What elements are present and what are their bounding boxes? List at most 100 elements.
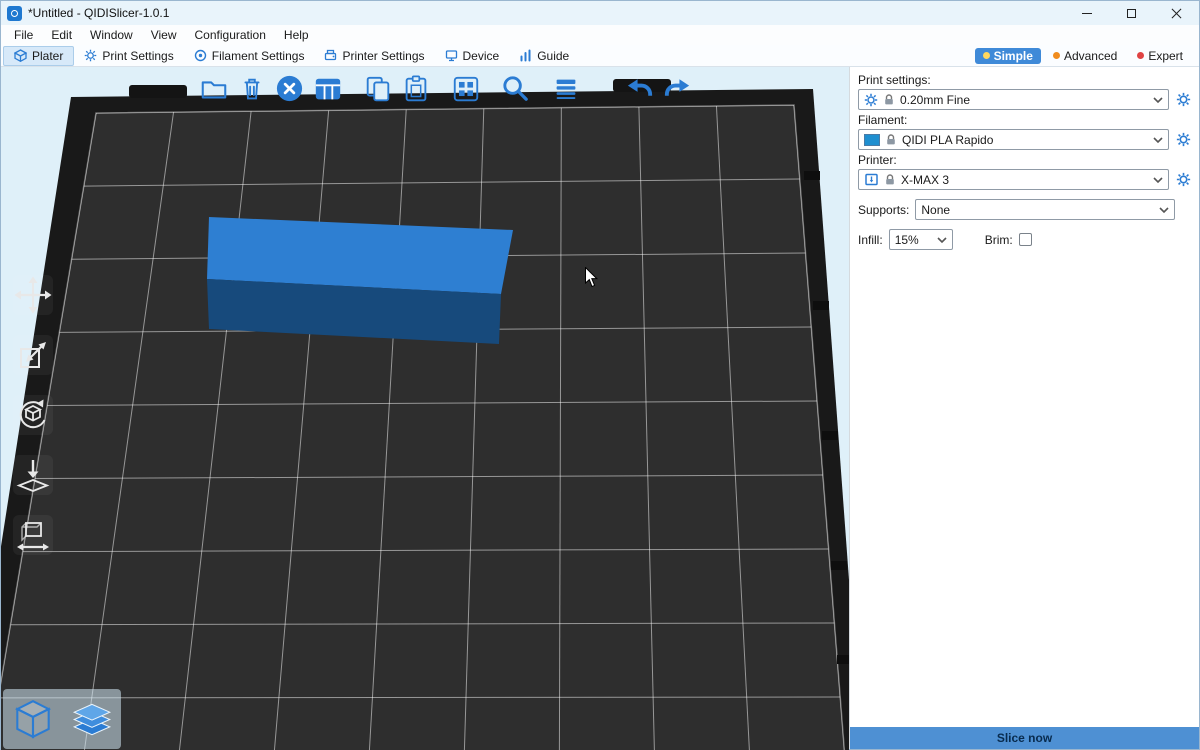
titlebar: *Untitled - QIDISlicer-1.0.1: [1, 1, 1199, 25]
close-button[interactable]: [1154, 1, 1199, 25]
paste-button[interactable]: [399, 72, 432, 105]
printer-gear-button[interactable]: [1175, 172, 1191, 188]
gizmo-toolbar: [13, 275, 53, 555]
printer-label: Printer:: [858, 153, 1191, 167]
tab-label: Plater: [32, 49, 63, 63]
rotate-icon: [14, 396, 52, 434]
menu-edit[interactable]: Edit: [42, 25, 81, 45]
filament-settings-icon: [194, 49, 207, 62]
split-icon: [451, 74, 481, 104]
menu-window[interactable]: Window: [81, 25, 142, 45]
flatten-icon: [14, 456, 52, 494]
menu-view[interactable]: View: [142, 25, 186, 45]
move-tool-button[interactable]: [13, 275, 53, 315]
plater-icon: [14, 49, 27, 62]
maximize-button[interactable]: [1109, 1, 1154, 25]
gear-icon: [864, 93, 878, 107]
variable-layer-height-button[interactable]: [549, 72, 582, 105]
editor-view-button[interactable]: [7, 692, 59, 746]
minimize-button[interactable]: [1064, 1, 1109, 25]
copy-button[interactable]: [361, 72, 394, 105]
chevron-down-icon: [1153, 175, 1163, 185]
split-objects-button[interactable]: [449, 72, 482, 105]
print-settings-gear-button[interactable]: [1175, 92, 1191, 108]
cube-icon: [10, 695, 56, 743]
tab-guide[interactable]: Guide: [509, 46, 579, 66]
paste-icon: [401, 74, 431, 104]
undo-button[interactable]: [623, 72, 656, 105]
redo-button[interactable]: [661, 72, 694, 105]
print-settings-icon: [84, 49, 97, 62]
printer-icon: [864, 172, 879, 187]
print-settings-combo[interactable]: 0.20mm Fine: [858, 89, 1169, 110]
printer-value: X-MAX 3: [901, 173, 1148, 187]
settings-sidebar: Print settings: 0.20mm Fine Filament:: [849, 67, 1199, 749]
brim-label: Brim:: [985, 233, 1013, 247]
filament-gear-button[interactable]: [1175, 132, 1191, 148]
slice-now-button[interactable]: Slice now: [850, 727, 1199, 749]
lock-icon: [884, 173, 896, 186]
search-button[interactable]: [499, 72, 532, 105]
tab-print-settings[interactable]: Print Settings: [74, 46, 183, 66]
qidislicer-window: *Untitled - QIDISlicer-1.0.1 File Edit W…: [0, 0, 1200, 750]
menu-help[interactable]: Help: [275, 25, 318, 45]
model-object[interactable]: [207, 217, 513, 344]
print-settings-value: 0.20mm Fine: [900, 93, 1148, 107]
mode-label: Simple: [994, 49, 1033, 63]
main-area: Print settings: 0.20mm Fine Filament:: [1, 67, 1199, 749]
delete-all-icon: [274, 73, 305, 104]
filament-value: QIDI PLA Rapido: [902, 133, 1148, 147]
folder-icon: [199, 74, 229, 104]
arrange-button[interactable]: [311, 72, 344, 105]
delete-button[interactable]: [235, 72, 268, 105]
place-on-face-tool-button[interactable]: [13, 455, 53, 495]
viewport-3d[interactable]: [1, 67, 849, 750]
window-title: *Untitled - QIDISlicer-1.0.1: [28, 6, 169, 20]
copy-icon: [363, 74, 393, 104]
gear-icon: [1176, 132, 1191, 147]
chevron-down-icon: [1153, 95, 1163, 105]
mode-advanced[interactable]: Advanced: [1045, 48, 1125, 64]
tabbar: Plater Print Settings Filament Settings …: [1, 45, 1199, 67]
bed-clip: [129, 85, 187, 98]
layers-stack-icon: [69, 695, 115, 743]
infill-combo[interactable]: 15%: [889, 229, 953, 250]
mode-selector: Simple Advanced Expert: [975, 48, 1199, 64]
tab-filament-settings[interactable]: Filament Settings: [184, 46, 315, 66]
scene-svg: [1, 67, 849, 750]
printer-settings-icon: [324, 49, 337, 62]
print-bed[interactable]: [1, 105, 846, 750]
infill-label: Infill:: [858, 233, 883, 247]
tab-printer-settings[interactable]: Printer Settings: [314, 46, 434, 66]
open-project-button[interactable]: [197, 72, 230, 105]
device-icon: [445, 49, 458, 62]
minimize-icon: [1082, 13, 1092, 14]
brim-checkbox[interactable]: [1019, 233, 1032, 246]
gear-icon: [1176, 92, 1191, 107]
filament-combo[interactable]: QIDI PLA Rapido: [858, 129, 1169, 150]
undo-icon: [624, 73, 655, 104]
close-icon: [1171, 8, 1182, 19]
mode-label: Advanced: [1064, 49, 1117, 63]
chevron-down-icon: [1159, 205, 1169, 215]
gear-icon: [1176, 172, 1191, 187]
menu-configuration[interactable]: Configuration: [186, 25, 275, 45]
tab-device[interactable]: Device: [435, 46, 510, 66]
mouse-cursor: [585, 267, 599, 288]
tab-label: Printer Settings: [342, 49, 424, 63]
cut-tool-button[interactable]: [13, 515, 53, 555]
filament-label: Filament:: [858, 113, 1191, 127]
mode-expert[interactable]: Expert: [1129, 48, 1191, 64]
supports-combo[interactable]: None: [915, 199, 1175, 220]
arrange-icon: [313, 74, 343, 104]
delete-all-button[interactable]: [273, 72, 306, 105]
mode-simple[interactable]: Simple: [975, 48, 1041, 64]
rotate-tool-button[interactable]: [13, 395, 53, 435]
scale-tool-button[interactable]: [13, 335, 53, 375]
tab-plater[interactable]: Plater: [3, 46, 74, 66]
lock-icon: [883, 93, 895, 106]
preview-view-button[interactable]: [66, 692, 118, 746]
printer-combo[interactable]: X-MAX 3: [858, 169, 1169, 190]
search-icon: [500, 73, 531, 104]
menu-file[interactable]: File: [5, 25, 42, 45]
